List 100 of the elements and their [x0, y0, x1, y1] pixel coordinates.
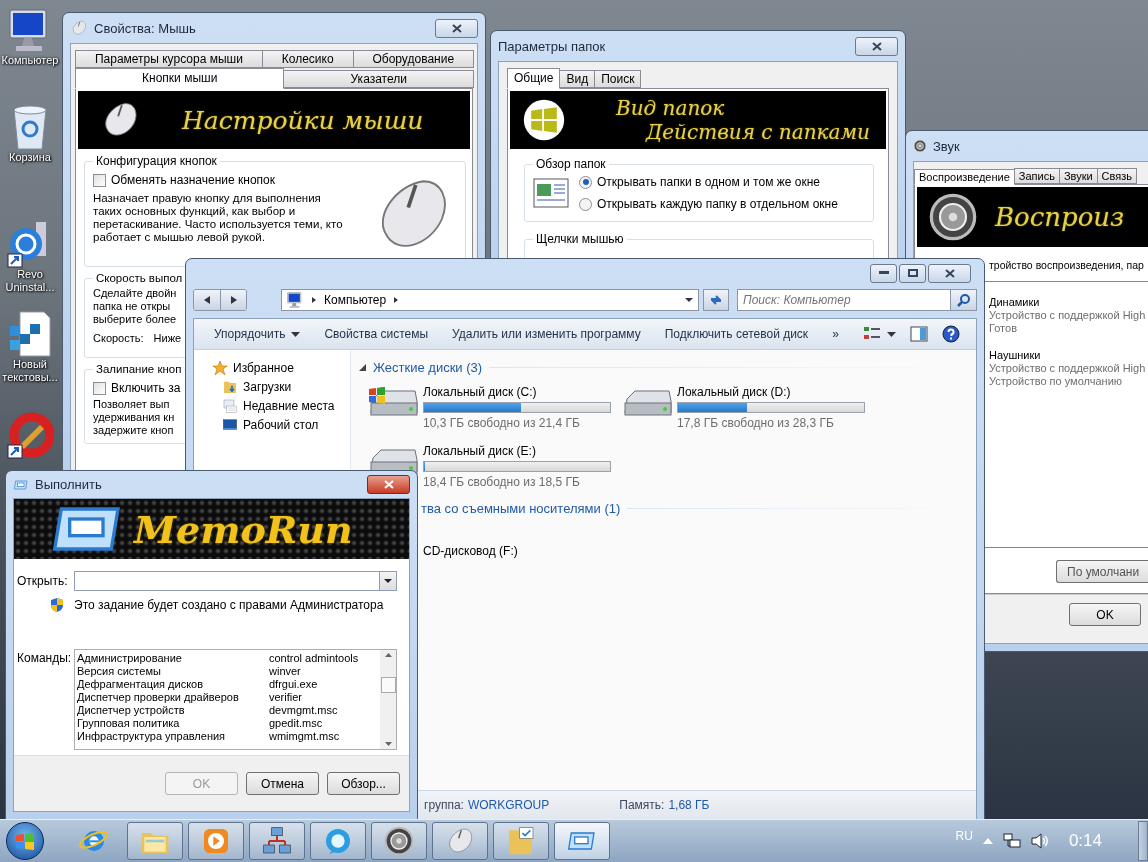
address-bar[interactable]: Компьютер: [281, 289, 699, 311]
command-text[interactable]: gpedit.msc: [269, 717, 380, 730]
checkbox[interactable]: [93, 381, 106, 395]
banner-title: Вид папок: [616, 96, 726, 120]
desktop-icon-label[interactable]: Новый текстовы...: [0, 358, 60, 384]
tab[interactable]: Поиск: [594, 70, 642, 88]
taskbar-button[interactable]: [554, 822, 610, 860]
command-name[interactable]: Групповая политика: [77, 717, 269, 730]
tab[interactable]: Кнопки мыши: [75, 68, 285, 89]
maximize-icon: [907, 269, 918, 277]
set-default-button[interactable]: По умолчани: [1056, 560, 1148, 583]
banner-title: Действия с папками: [646, 120, 870, 144]
desktop-icon-label[interactable]: Корзина: [0, 151, 60, 164]
device-name[interactable]: Наушники: [989, 349, 1148, 362]
tab[interactable]: Оборудование: [352, 50, 474, 68]
description-line: выберите более: [93, 313, 177, 326]
window-title: Параметры папок: [498, 38, 606, 54]
command-text[interactable]: winver: [269, 665, 380, 678]
search-button[interactable]: [951, 289, 977, 311]
show-desktop-button[interactable]: [1138, 821, 1148, 861]
breadcrumb[interactable]: Компьютер: [324, 293, 387, 307]
scroll-thumb[interactable]: [380, 676, 396, 693]
command-field[interactable]: [74, 571, 380, 591]
taskbar-button[interactable]: [432, 822, 488, 860]
radio-button[interactable]: [579, 197, 592, 211]
ok-button[interactable]: OK: [1069, 603, 1141, 626]
dropdown-button[interactable]: [380, 571, 397, 591]
taskbar-button[interactable]: [127, 822, 183, 860]
group-header[interactable]: Жесткие диски (3): [373, 360, 483, 375]
command-name[interactable]: Диспетчер проверки драйверов: [77, 691, 269, 704]
device-name[interactable]: Динамики: [989, 296, 1148, 309]
command-text[interactable]: verifier: [269, 691, 380, 704]
description-line: удерживания кн: [93, 411, 175, 424]
toolbar-button[interactable]: Упорядочить: [202, 322, 313, 346]
dialog-button[interactable]: Отмена: [246, 772, 319, 795]
nav-item[interactable]: Недавние места: [212, 398, 350, 414]
window-title: Свойства: Мышь: [94, 20, 196, 36]
close-button[interactable]: [855, 36, 898, 56]
taskbar-button[interactable]: [188, 822, 244, 860]
toolbar-button[interactable]: Удалить или изменить программу: [440, 322, 653, 346]
command-name[interactable]: Диспетчер устройств: [77, 704, 269, 717]
forward-button[interactable]: [220, 290, 246, 310]
scrollbar[interactable]: [380, 650, 396, 749]
network-icon[interactable]: [1002, 833, 1021, 849]
drive-name[interactable]: Локальный диск (E:): [423, 444, 611, 458]
scroll-up-icon[interactable]: [384, 653, 392, 657]
tab[interactable]: Воспроизведение: [914, 169, 1015, 185]
taskbar-button[interactable]: [310, 822, 366, 860]
folder-window-icon: [533, 178, 569, 208]
close-button[interactable]: [928, 263, 971, 283]
workgroup-value: WORKGROUP: [467, 798, 550, 812]
desktop-icon-label[interactable]: Revo Uninstal...: [0, 268, 60, 294]
nav-item[interactable]: Загрузки: [212, 379, 350, 395]
tab[interactable]: Запись: [1013, 168, 1060, 184]
search-field[interactable]: Поиск: Компьютер: [737, 289, 951, 311]
command-text[interactable]: control admintools: [269, 652, 380, 665]
tab[interactable]: Колесико: [261, 50, 354, 68]
field-label: Открыть:: [17, 574, 69, 588]
close-button[interactable]: [367, 475, 410, 494]
radio-button[interactable]: [579, 175, 592, 189]
banner-title: Настройки мыши: [182, 105, 424, 135]
command-name[interactable]: Версия системы: [77, 665, 269, 678]
dropdown-arrow-icon: [684, 295, 694, 305]
command-name[interactable]: Инфраструктура управления: [77, 730, 269, 743]
tab[interactable]: Вид: [559, 70, 596, 88]
tab[interactable]: Связь: [1096, 168, 1137, 184]
taskbar-button[interactable]: [493, 822, 549, 860]
drive-name[interactable]: Локальный диск (C:): [423, 385, 611, 399]
back-button[interactable]: [194, 290, 220, 310]
toolbar-button[interactable]: Подключить сетевой диск: [652, 322, 821, 346]
desktop-icon-label[interactable]: Компьютер: [0, 54, 60, 67]
command-text[interactable]: dfrgui.exe: [269, 678, 380, 691]
more-button[interactable]: »: [820, 322, 851, 346]
refresh-button[interactable]: [703, 289, 729, 311]
volume-icon[interactable]: [1030, 833, 1049, 849]
tab[interactable]: Параметры курсора мыши: [75, 50, 263, 68]
command-name[interactable]: Администрирование: [77, 652, 269, 665]
toolbar-button[interactable]: Свойства системы: [312, 322, 441, 346]
command-name[interactable]: Дефрагментация дисков: [77, 678, 269, 691]
nav-item[interactable]: Рабочий стол: [212, 417, 350, 433]
checkbox-label: Включить за: [111, 381, 181, 395]
nav-item[interactable]: Избранное: [212, 360, 350, 376]
group-header[interactable]: тва со съемными носителями (1): [421, 501, 621, 516]
command-text[interactable]: wmimgmt.msc: [269, 730, 380, 743]
command-text[interactable]: devmgmt.msc: [269, 704, 380, 717]
taskbar-button[interactable]: [249, 822, 305, 860]
taskbar-button[interactable]: [371, 822, 427, 860]
shield-icon: [50, 597, 64, 613]
tab[interactable]: Звуки: [1058, 168, 1098, 184]
tab[interactable]: Общие: [507, 68, 561, 89]
drive-name[interactable]: CD-дисковод (F:): [423, 544, 518, 558]
scroll-down-icon[interactable]: [384, 742, 392, 746]
close-button[interactable]: [435, 18, 478, 38]
minimize-button[interactable]: [870, 263, 897, 283]
tab[interactable]: Указатели: [283, 70, 474, 88]
maximize-button[interactable]: [899, 263, 926, 283]
checkbox[interactable]: [93, 173, 106, 187]
window-title: Звук: [933, 138, 960, 154]
drive-name[interactable]: Локальный диск (D:): [677, 385, 865, 399]
dialog-button[interactable]: Обзор...: [327, 772, 400, 795]
